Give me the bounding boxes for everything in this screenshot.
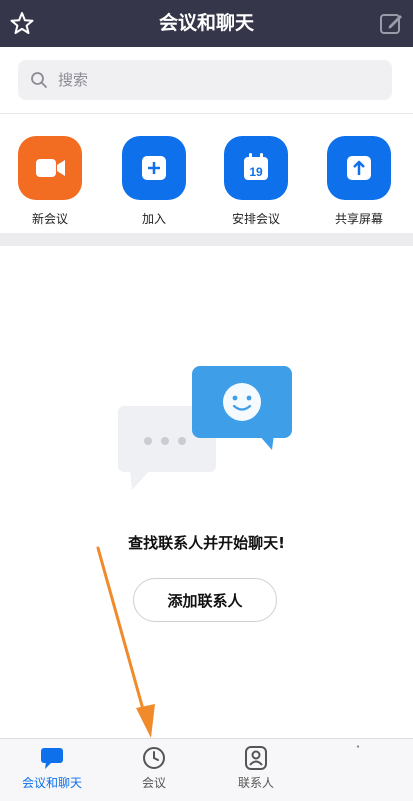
search-section: 搜索 [0,47,413,113]
share-screen-tile[interactable] [327,136,391,200]
tab-contacts[interactable]: 联系人 [206,745,306,791]
schedule-tile[interactable]: 19 [224,136,288,200]
plus-icon [142,156,166,180]
search-input[interactable]: 搜索 [18,60,392,100]
add-contact-button[interactable]: 添加联系人 [133,578,277,622]
tab-label: 联系人 [237,776,274,790]
contacts-icon [245,746,267,770]
tab-meetings-chat[interactable]: 会议和聊天 [2,745,102,791]
search-placeholder: 搜索 [58,71,89,89]
chat-illustration [118,366,292,490]
more-icon [356,745,360,748]
top-header: 会议和聊天 [0,0,413,47]
join-tile[interactable] [122,136,186,200]
clock-icon [143,747,165,769]
tab-label: 会议 [141,776,166,790]
share-screen-button[interactable]: 共享屏幕 [314,136,404,227]
join-button[interactable]: 加入 [109,136,199,227]
bottom-tab-bar: 会议和聊天 会议 联系人 [0,738,413,801]
new-meeting-button[interactable]: 新会议 [5,136,95,227]
action-row: 新会议 加入 19 安排会议 共享屏幕 [0,114,413,232]
tab-meetings[interactable]: 会议 [104,745,204,791]
tab-more[interactable] [308,745,408,765]
page-title: 会议和聊天 [158,12,254,34]
new-meeting-label: 新会议 [31,212,68,226]
schedule-button[interactable]: 19 安排会议 [211,136,301,227]
section-divider [0,233,413,246]
share-screen-label: 共享屏幕 [334,212,383,226]
empty-state-message: 查找联系人并开始聊天! [128,534,285,552]
video-camera-icon [36,159,65,177]
search-icon [31,72,47,88]
new-meeting-tile[interactable] [18,136,82,200]
tab-label: 会议和聊天 [21,776,82,790]
calendar-icon: 19 [244,153,268,180]
calendar-day-text: 19 [249,165,263,179]
chat-bubble-icon [41,748,63,769]
schedule-label: 安排会议 [231,212,280,226]
share-upload-icon [347,156,371,180]
join-label: 加入 [141,212,166,226]
edit-icon[interactable] [377,10,405,38]
